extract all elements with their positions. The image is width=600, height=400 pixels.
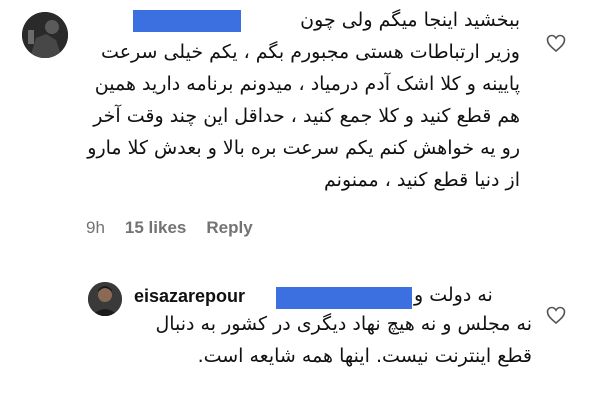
comment-time: 9h (86, 218, 105, 237)
like-comment-button[interactable] (546, 34, 566, 53)
redaction-box (133, 10, 241, 32)
reply-text: نه مجلس و نه هیچ نهاد دیگری در کشور به د… (155, 313, 532, 367)
comment-body: وزیر ارتباطات هستی مجبورم بگم ، یکم خیلی… (87, 41, 520, 191)
reply-button[interactable]: Reply (206, 218, 252, 238)
avatar-photo-icon (88, 282, 122, 316)
like-reply-button[interactable] (546, 306, 566, 325)
redaction-box (276, 287, 412, 309)
heart-outline-icon (546, 306, 566, 325)
comment-likes[interactable]: 15 likes (125, 218, 186, 238)
reply-avatar[interactable] (88, 282, 122, 316)
avatar-photo-icon (22, 12, 68, 58)
reply-username[interactable]: eisazarepour (134, 286, 245, 307)
comment-meta: 9h 15 likes Reply (86, 216, 253, 240)
heart-outline-icon (546, 34, 566, 53)
commenter-avatar[interactable] (22, 12, 68, 58)
reply-first-words: نه دولت و (414, 284, 493, 306)
comment-text: ببخشید اینجا میگم ولی چون وزیر ارتباطات … (86, 4, 520, 196)
